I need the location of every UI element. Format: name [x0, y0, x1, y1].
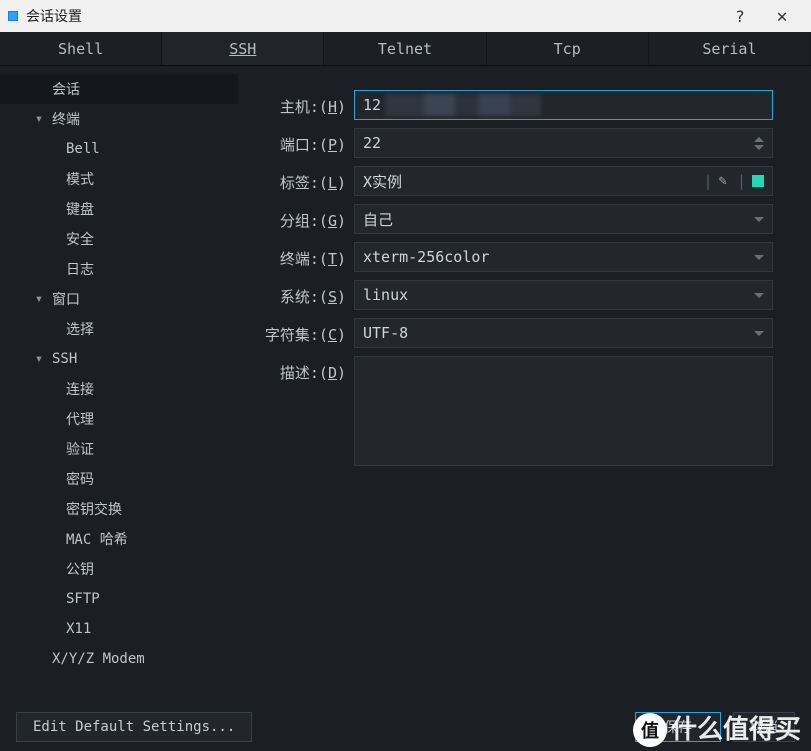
tree-item-label: 会话 — [46, 79, 80, 99]
port-spinner[interactable] — [754, 137, 764, 150]
tree-item[interactable]: 安全 — [0, 224, 238, 254]
edit-default-settings-button[interactable]: Edit Default Settings... — [16, 712, 252, 742]
description-label: 描述:(D) — [260, 356, 346, 383]
tree-item[interactable]: 选择 — [0, 314, 238, 344]
watermark: 值什么值得买 — [633, 709, 801, 748]
system-label: 系统:(S) — [260, 280, 346, 307]
host-input[interactable]: 12 — [354, 90, 773, 120]
tree-item-label: 密码 — [60, 469, 94, 489]
tab-telnet[interactable]: Telnet — [324, 32, 486, 65]
watermark-badge: 值 — [633, 713, 667, 747]
tree-item[interactable]: 会话 — [0, 74, 238, 104]
close-button[interactable]: ✕ — [761, 6, 803, 27]
tree-item[interactable]: 公钥 — [0, 554, 238, 584]
terminal-select[interactable]: xterm-256color — [354, 242, 773, 272]
tree-item[interactable]: Bell — [0, 134, 238, 164]
port-label: 端口:(P) — [260, 128, 346, 155]
tree-item[interactable]: X11 — [0, 614, 238, 644]
tree-item-label: 安全 — [60, 229, 94, 249]
color-swatch[interactable] — [752, 175, 764, 187]
tree-item-label: X/Y/Z Modem — [46, 651, 145, 667]
tree-item-label: 代理 — [60, 409, 94, 429]
separator: | — [704, 172, 713, 190]
window-title: 会话设置 — [26, 6, 719, 26]
chevron-down-icon — [754, 331, 764, 336]
tree-item[interactable]: SFTP — [0, 584, 238, 614]
tree-item[interactable]: ▾终端 — [0, 104, 238, 134]
chevron-down-icon — [754, 293, 764, 298]
tree-item[interactable]: 代理 — [0, 404, 238, 434]
description-input[interactable] — [354, 356, 773, 466]
tree-item-label: 窗口 — [46, 289, 80, 309]
caret-icon: ▾ — [32, 291, 46, 307]
tree-item[interactable]: 连接 — [0, 374, 238, 404]
group-label: 分组:(G) — [260, 204, 346, 231]
tree-item[interactable]: 验证 — [0, 434, 238, 464]
charset-select[interactable]: UTF-8 — [354, 318, 773, 348]
settings-tree: 会话▾终端Bell模式键盘安全日志▾窗口选择▾SSH连接代理验证密码密钥交换MA… — [0, 66, 238, 703]
separator: | — [737, 172, 746, 190]
tree-item-label: 连接 — [60, 379, 94, 399]
connection-type-tabs: Shell SSH Telnet Tcp Serial — [0, 32, 811, 66]
tree-item-label: 选择 — [60, 319, 94, 339]
terminal-label: 终端:(T) — [260, 242, 346, 269]
tree-item-label: Bell — [60, 141, 100, 157]
tree-item[interactable]: 日志 — [0, 254, 238, 284]
app-icon — [8, 11, 18, 21]
tree-item[interactable]: 模式 — [0, 164, 238, 194]
tree-item-label: 密钥交换 — [60, 499, 122, 519]
main-area: 会话▾终端Bell模式键盘安全日志▾窗口选择▾SSH连接代理验证密码密钥交换MA… — [0, 66, 811, 703]
tree-item-label: MAC 哈希 — [60, 529, 128, 549]
system-select[interactable]: linux — [354, 280, 773, 310]
tab-serial[interactable]: Serial — [649, 32, 811, 65]
tag-label: 标签:(L) — [260, 166, 346, 193]
tree-item-label: 模式 — [60, 169, 94, 189]
tree-item-label: 日志 — [60, 259, 94, 279]
caret-icon: ▾ — [32, 111, 46, 127]
watermark-text: 什么值得买 — [671, 715, 801, 745]
tree-item[interactable]: 键盘 — [0, 194, 238, 224]
redacted-host — [385, 94, 541, 116]
group-select[interactable]: 自己 — [354, 204, 773, 234]
tab-shell[interactable]: Shell — [0, 32, 162, 65]
tree-item[interactable]: ▾SSH — [0, 344, 238, 374]
tab-ssh[interactable]: SSH — [162, 32, 324, 65]
tag-input[interactable]: X实例 | ✎ | — [354, 166, 773, 196]
tree-item-label: X11 — [60, 621, 91, 637]
tree-item[interactable]: 密码 — [0, 464, 238, 494]
chevron-down-icon — [754, 217, 764, 222]
tree-item[interactable]: 密钥交换 — [0, 494, 238, 524]
tree-item[interactable]: X/Y/Z Modem — [0, 644, 238, 674]
session-form: 主机:(H) 12 端口:(P) 22 标签:(L) X实例 | ✎ | — [238, 66, 811, 703]
host-label: 主机:(H) — [260, 90, 346, 117]
tree-item-label: 验证 — [60, 439, 94, 459]
caret-icon: ▾ — [32, 351, 46, 367]
title-bar: 会话设置 ? ✕ — [0, 0, 811, 32]
tab-tcp[interactable]: Tcp — [487, 32, 649, 65]
edit-icon[interactable]: ✎ — [719, 173, 727, 189]
tree-item-label: 终端 — [46, 109, 80, 129]
tree-item[interactable]: ▾窗口 — [0, 284, 238, 314]
port-input[interactable]: 22 — [354, 128, 773, 158]
charset-label: 字符集:(C) — [260, 318, 346, 345]
chevron-down-icon — [754, 255, 764, 260]
help-button[interactable]: ? — [719, 7, 761, 26]
tree-item-label: 键盘 — [60, 199, 94, 219]
tree-item[interactable]: MAC 哈希 — [0, 524, 238, 554]
tree-item-label: SFTP — [60, 591, 100, 607]
tree-item-label: 公钥 — [60, 559, 94, 579]
tree-item-label: SSH — [46, 351, 77, 367]
